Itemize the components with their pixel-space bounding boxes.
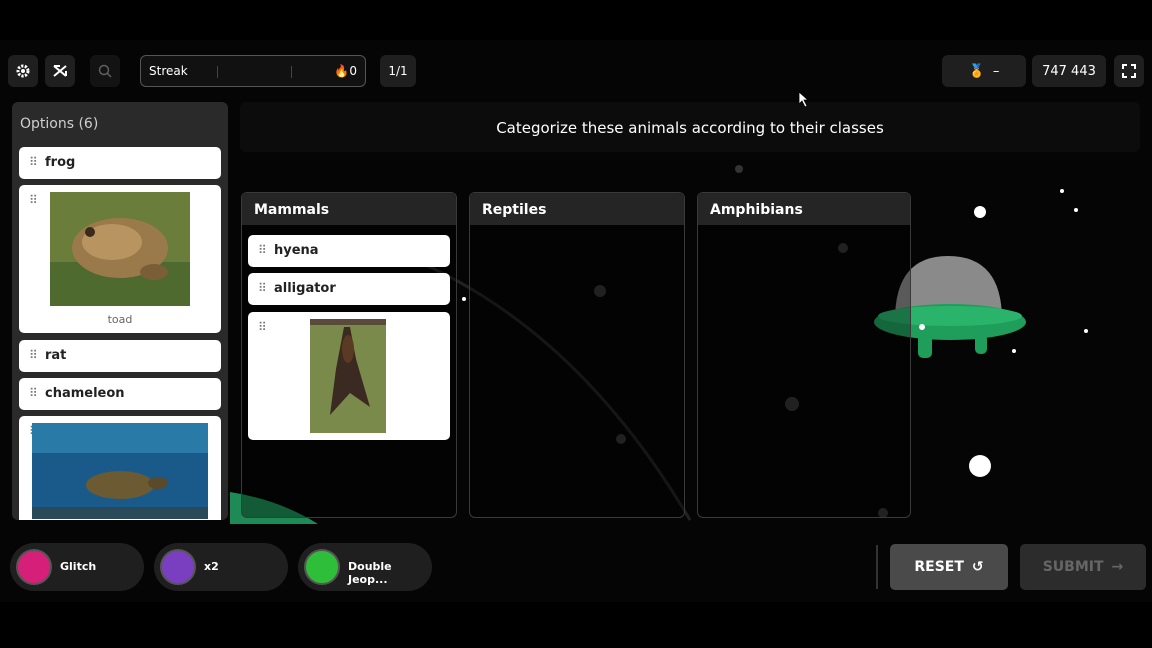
- medal-icon: 🏅: [968, 63, 985, 79]
- powerup-label: Glitch: [60, 560, 97, 573]
- streak-count: 0: [349, 64, 357, 78]
- option-card-rat[interactable]: ⠿ rat: [19, 340, 221, 372]
- streak-tick: [291, 66, 292, 78]
- reset-button[interactable]: RESET ↺: [890, 544, 1008, 590]
- category-mammals[interactable]: Mammals ⠿ hyena ⠿ alligator ⠿: [241, 192, 457, 518]
- fullscreen-button[interactable]: [1114, 55, 1144, 87]
- rank-badge: 🏅 –: [942, 55, 1026, 87]
- powerup-double-jeopardy[interactable]: Double Jeop...: [298, 543, 432, 591]
- submit-button[interactable]: SUBMIT →: [1020, 544, 1146, 590]
- powerup-glitch[interactable]: Glitch: [10, 543, 144, 591]
- drag-handle-icon[interactable]: ⠿: [29, 348, 38, 362]
- settings-button[interactable]: [8, 55, 38, 87]
- rank-value: –: [992, 63, 1000, 79]
- streak-label: Streak: [149, 64, 188, 78]
- answer-label: hyena: [274, 243, 319, 258]
- bat-image: [310, 319, 386, 433]
- theme-button[interactable]: [45, 55, 75, 87]
- drag-handle-icon[interactable]: ⠿: [258, 320, 267, 334]
- question-text: Categorize these animals according to th…: [496, 119, 884, 137]
- streak-meter: Streak 🔥0: [140, 55, 366, 87]
- powerup-x2[interactable]: x2: [154, 543, 288, 591]
- drag-handle-icon[interactable]: ⠿: [29, 155, 38, 169]
- category-header: Reptiles: [470, 193, 684, 225]
- undo-icon: ↺: [971, 559, 984, 575]
- flame-icon: 🔥: [334, 64, 350, 78]
- category-reptiles[interactable]: Reptiles: [469, 192, 685, 518]
- submit-label: SUBMIT: [1042, 559, 1104, 575]
- top-bar: Streak 🔥0 1/1 🏅 – 747 443: [0, 52, 1152, 92]
- drag-handle-icon[interactable]: ⠿: [29, 386, 38, 400]
- answer-label: alligator: [274, 281, 336, 296]
- option-card-turtle[interactable]: ⠿: [19, 416, 221, 520]
- powerup-label: x2: [204, 560, 219, 573]
- option-card-toad[interactable]: ⠿ toad: [19, 185, 221, 333]
- arrow-right-icon: →: [1111, 559, 1124, 575]
- drag-handle-icon[interactable]: ⠿: [258, 281, 267, 295]
- fullscreen-icon: [1122, 64, 1136, 78]
- options-title: Options (6): [20, 116, 99, 132]
- drag-handle-icon[interactable]: ⠿: [29, 193, 38, 207]
- option-card-frog[interactable]: ⠿ frog: [19, 147, 221, 179]
- option-label: rat: [45, 348, 67, 363]
- reset-label: RESET: [914, 559, 964, 575]
- category-amphibians[interactable]: Amphibians: [697, 192, 911, 518]
- shuffle-icon: [53, 65, 67, 77]
- option-caption: toad: [107, 313, 133, 326]
- category-title: Mammals: [254, 202, 330, 218]
- action-divider: [876, 545, 878, 589]
- question-box: Categorize these animals according to th…: [240, 102, 1140, 152]
- option-label: frog: [45, 155, 76, 170]
- gear-icon: [16, 64, 30, 78]
- category-title: Amphibians: [710, 202, 803, 218]
- option-label: chameleon: [45, 386, 125, 401]
- multiplier-icon: [160, 549, 196, 585]
- toad-image: [50, 192, 190, 306]
- option-card-chameleon[interactable]: ⠿ chameleon: [19, 378, 221, 410]
- double-jeopardy-icon: [304, 549, 340, 585]
- streak-count-group: 🔥0: [334, 64, 357, 78]
- question-count: 1/1: [380, 55, 416, 87]
- zoom-icon: [98, 64, 112, 78]
- glitch-icon: [16, 549, 52, 585]
- drag-handle-icon[interactable]: ⠿: [258, 243, 267, 257]
- streak-tick: [217, 66, 218, 78]
- category-title: Reptiles: [482, 202, 547, 218]
- answer-card-alligator[interactable]: ⠿ alligator: [248, 273, 450, 305]
- answer-card-bat[interactable]: ⠿: [248, 312, 450, 440]
- category-header: Amphibians: [698, 193, 910, 225]
- answer-card-hyena[interactable]: ⠿ hyena: [248, 235, 450, 267]
- score-display: 747 443: [1032, 55, 1106, 87]
- options-panel: Options (6) ⠿ frog ⠿ toad ⠿ rat ⠿ chamel…: [12, 102, 228, 520]
- category-header: Mammals: [242, 193, 456, 225]
- powerup-label: Double Jeop...: [348, 560, 392, 586]
- zoom-button[interactable]: [90, 55, 120, 87]
- turtle-image: [32, 423, 208, 519]
